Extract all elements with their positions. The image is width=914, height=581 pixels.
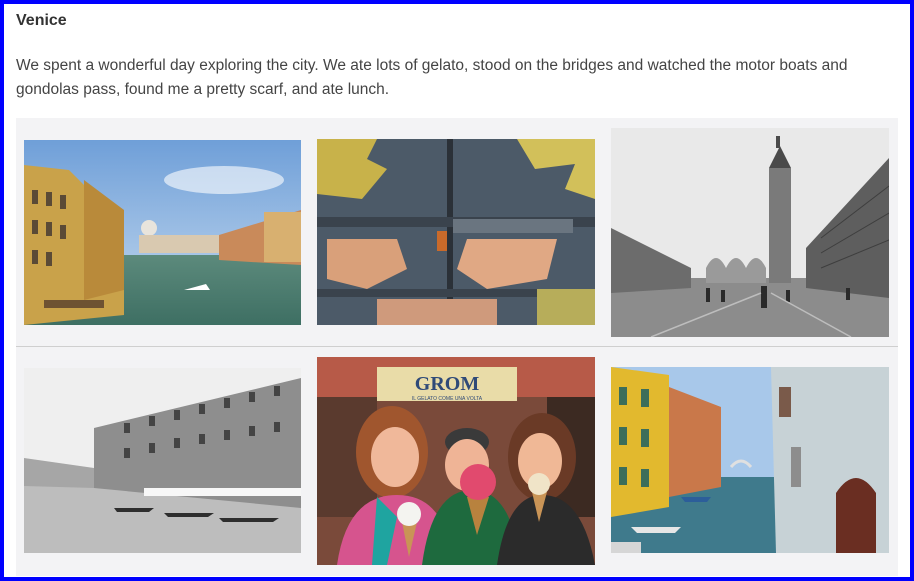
post-body: We spent a wonderful day exploring the c… bbox=[16, 57, 848, 98]
photo-canal-bw[interactable] bbox=[24, 368, 301, 553]
photo-peeling-paint[interactable] bbox=[317, 139, 595, 325]
photo-grand-canal[interactable] bbox=[24, 140, 301, 325]
grom-sign-subtext: IL GELATO COME UNA VOLTA bbox=[412, 396, 483, 402]
post-title: Venice bbox=[16, 12, 67, 29]
grom-sign-text: GROM bbox=[415, 373, 480, 395]
photo-side-canal[interactable] bbox=[611, 367, 889, 553]
photo-st-marks-square[interactable] bbox=[611, 128, 889, 337]
gallery-divider bbox=[16, 346, 898, 347]
photo-gelato-selfie[interactable]: GROM IL GELATO COME UNA VOLTA bbox=[317, 357, 595, 565]
